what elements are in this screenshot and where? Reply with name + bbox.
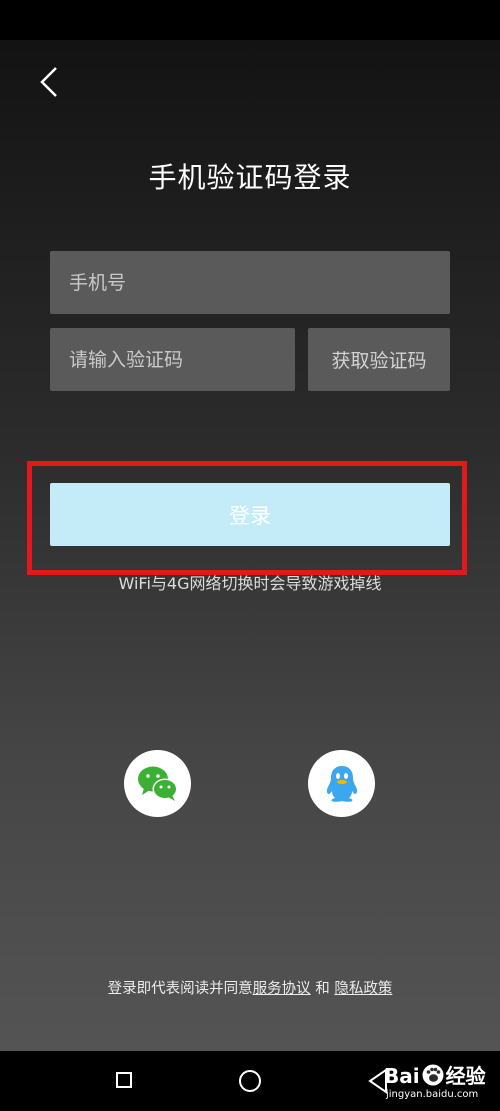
privacy-policy-link[interactable]: 隐私政策 [334, 981, 392, 997]
watermark-jingyan: 经验 [445, 1064, 486, 1088]
chevron-left-icon [40, 67, 57, 97]
status-bar [0, 0, 500, 40]
agreement-text: 登录即代表阅读并同意服务协议 和 隐私政策 [0, 977, 500, 998]
recent-apps-icon[interactable] [116, 1072, 132, 1088]
wechat-icon [137, 766, 177, 801]
watermark-bai: Bai [384, 1064, 420, 1088]
wechat-login-button[interactable] [124, 750, 191, 817]
phone-input[interactable] [50, 251, 450, 314]
qq-login-button[interactable] [308, 750, 375, 817]
agreement-prefix: 登录即代表阅读并同意 [107, 981, 253, 997]
network-notice: WiFi与4G网络切换时会导致游戏掉线 [118, 574, 382, 593]
baidu-jingyan-watermark: Bai 经验 jingyan.baidu.com [384, 1058, 496, 1106]
get-code-button[interactable]: 获取验证码 [308, 328, 450, 391]
verification-code-input[interactable] [50, 328, 295, 391]
login-screen: 手机验证码登录 获取验证码 登录 WiFi与4G网络切换时会导致游戏掉线 登录即… [0, 0, 500, 1111]
agreement-conjunction: 和 [310, 981, 335, 997]
qq-penguin-icon [326, 765, 357, 802]
watermark-url: jingyan.baidu.com [386, 1089, 479, 1100]
highlight-annotation-box [27, 461, 467, 575]
home-icon[interactable] [239, 1070, 261, 1092]
page-title: 手机验证码登录 [148, 161, 352, 194]
paw-icon [422, 1064, 444, 1086]
back-button[interactable] [32, 62, 68, 102]
service-agreement-link[interactable]: 服务协议 [253, 981, 311, 997]
